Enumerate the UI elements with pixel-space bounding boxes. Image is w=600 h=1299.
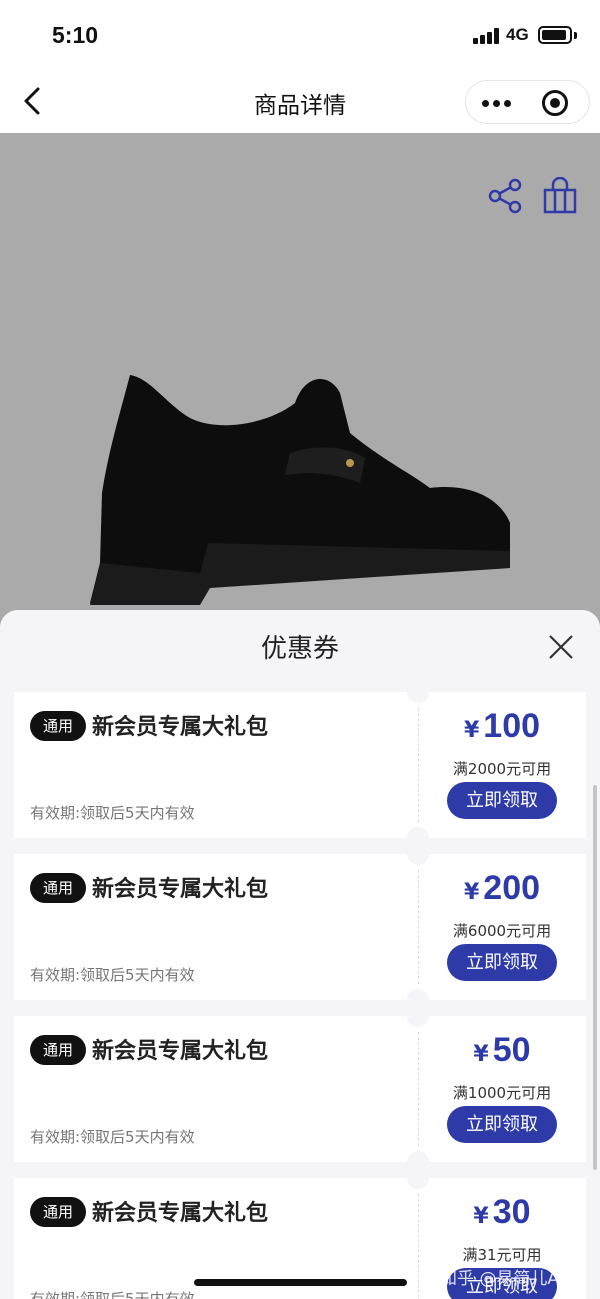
amount-value: 100 [483,707,541,745]
currency-symbol: ¥ [463,718,480,743]
product-photo-shoe [90,375,510,605]
mini-program-capsule [465,80,590,124]
amount-value: 200 [483,869,541,907]
coupon-amount: ¥30 [418,1193,586,1232]
battery-tip [574,32,577,39]
coupon-badge: 通用 [30,1035,86,1065]
coupon-card: 通用 新会员专属大礼包 有效期:领取后5天内有效 ¥50 满1000元可用 立即… [14,1005,586,1173]
coupon-validity: 有效期:领取后5天内有效 [30,1128,195,1146]
coupon-amount: ¥100 [418,707,586,746]
coupon-threshold: 满1000元可用 [452,1084,552,1102]
coupon-validity: 有效期:领取后5天内有效 [30,804,195,822]
claim-button[interactable]: 立即领取 [447,782,557,819]
currency-symbol: ¥ [473,1204,489,1229]
currency-symbol: ¥ [463,880,480,905]
coupon-title: 新会员专属大礼包 [92,1201,269,1226]
coupon-title: 新会员专属大礼包 [92,715,269,740]
close-icon[interactable] [547,633,575,661]
network-label: 4G [506,25,529,44]
coupon-card: 通用 新会员专属大礼包 有效期:领取后5天内有效 ¥200 满6000元可用 立… [14,843,586,1011]
amount-value: 30 [492,1193,531,1231]
signal-icon [473,28,499,44]
coupon-amount: ¥50 [418,1031,586,1070]
shopping-bag-icon[interactable] [541,177,579,215]
coupon-card: 通用 新会员专属大礼包 有效期:领取后5天内有效 ¥100 满2000元可用 立… [14,681,586,849]
coupon-badge: 通用 [30,1197,86,1227]
coupon-threshold: 满31元可用 [462,1246,542,1264]
coupon-threshold: 满2000元可用 [452,760,552,778]
share-icon[interactable] [487,178,523,214]
status-bar: 5:10 4G [0,0,600,70]
coupon-badge: 通用 [30,711,86,741]
coupon-title: 新会员专属大礼包 [92,877,269,902]
coupon-title: 新会员专属大礼包 [92,1039,269,1064]
currency-symbol: ¥ [473,1042,489,1067]
more-icon[interactable] [466,81,528,123]
amount-value: 50 [492,1031,531,1069]
home-indicator[interactable] [194,1279,407,1286]
claim-button[interactable]: 立即领取 [447,944,557,981]
coupon-validity: 有效期:领取后5天内有效 [30,1290,195,1299]
watermark: 知乎 @易简儿APP [440,1269,580,1289]
battery-icon [538,26,572,44]
close-capsule-icon[interactable] [542,90,568,116]
coupon-threshold: 满6000元可用 [452,922,552,940]
coupon-badge: 通用 [30,873,86,903]
coupon-amount: ¥200 [418,869,586,908]
status-time: 5:10 [52,22,99,48]
scrollbar[interactable] [593,785,597,1170]
claim-button[interactable]: 立即领取 [447,1106,557,1143]
sheet-header: 优惠券 [0,610,600,682]
product-image-area [0,133,600,633]
coupon-validity: 有效期:领取后5天内有效 [30,966,195,984]
nav-bar: 商品详情 [0,70,600,133]
coupon-sheet: 优惠券 通用 新会员专属大礼包 有效期:领取后5天内有效 ¥100 满2000元… [0,610,600,1299]
sheet-title: 优惠券 [260,634,339,664]
